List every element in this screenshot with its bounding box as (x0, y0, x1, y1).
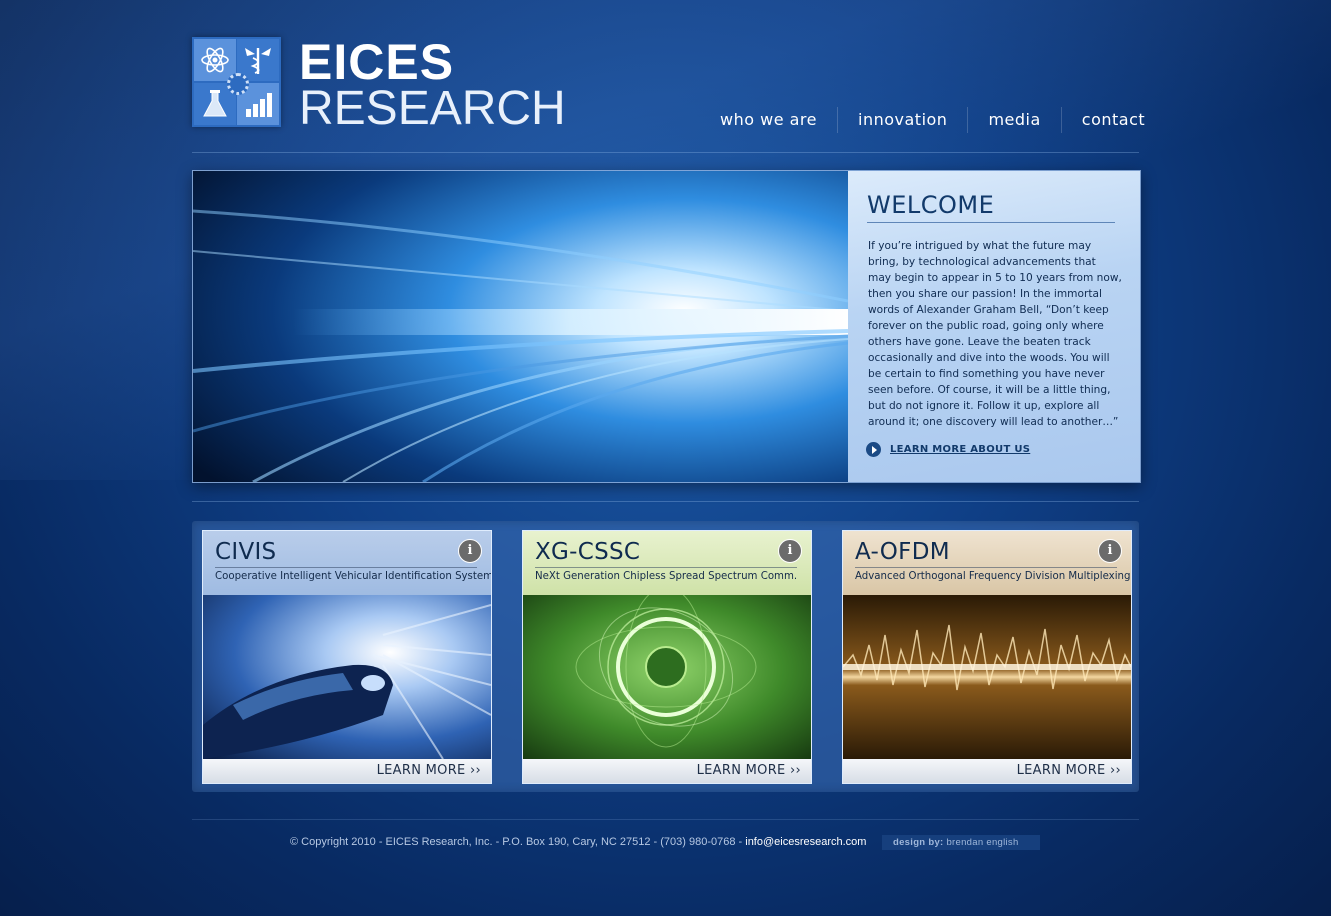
footer-copyright: © Copyright 2010 - EICES Research, Inc. … (290, 836, 866, 848)
welcome-panel: WELCOME If you’re intrigued by what the … (848, 171, 1140, 482)
copyright-text: © Copyright 2010 - EICES Research, Inc. … (290, 836, 746, 848)
learn-more-button-a-ofdm[interactable]: LEARN MORE ›› (843, 759, 1131, 783)
learn-more-button-civis[interactable]: LEARN MORE ›› (203, 759, 491, 783)
project-card-a-ofdm: A-OFDM Advanced Orthogonal Frequency Div… (842, 530, 1132, 784)
card-header: CIVIS Cooperative Intelligent Vehicular … (203, 531, 491, 595)
info-icon[interactable]: i (1098, 539, 1122, 563)
nav-media[interactable]: media (967, 107, 1060, 133)
card-header: A-OFDM Advanced Orthogonal Frequency Div… (843, 531, 1131, 595)
projects-panel: CIVIS Cooperative Intelligent Vehicular … (192, 521, 1139, 792)
footer-divider (192, 819, 1139, 820)
card-title: A-OFDM (855, 539, 950, 565)
welcome-divider (867, 222, 1115, 223)
header-divider (192, 152, 1139, 153)
main-nav: who we are innovation media contact (700, 105, 1165, 135)
nav-contact[interactable]: contact (1060, 107, 1165, 133)
nav-who-we-are[interactable]: who we are (700, 107, 837, 133)
design-credit-name: brendan english (943, 837, 1019, 848)
site-logo[interactable]: EICES RESEARCH (192, 34, 566, 135)
footer-email-link[interactable]: info@eicesresearch.com (745, 836, 866, 848)
learn-more-button-xg-cssc[interactable]: LEARN MORE ›› (523, 759, 811, 783)
play-icon (866, 442, 881, 457)
gear-icon (227, 73, 249, 95)
card-title: XG-CSSC (535, 539, 641, 565)
hero-banner: WELCOME If you’re intrigued by what the … (192, 170, 1141, 483)
card-subtitle: Advanced Orthogonal Frequency Division M… (855, 571, 1131, 582)
atom-icon (194, 39, 236, 81)
civis-car-image (203, 595, 491, 760)
learn-more-about-us-link[interactable]: LEARN MORE ABOUT US (866, 442, 1030, 457)
card-divider (215, 567, 477, 568)
welcome-title: WELCOME (867, 191, 995, 219)
card-divider (535, 567, 797, 568)
card-divider (855, 567, 1117, 568)
welcome-body: If you’re intrigued by what the future m… (868, 240, 1122, 428)
card-title: CIVIS (215, 539, 277, 565)
design-credit-prefix: design by: (893, 837, 944, 848)
a-ofdm-waveform-image (843, 595, 1131, 759)
xg-cssc-rings-image (523, 586, 811, 759)
card-subtitle: NeXt Generation Chipless Spread Spectrum… (535, 571, 798, 582)
section-divider (192, 501, 1139, 502)
learn-more-about-us-label: LEARN MORE ABOUT US (890, 444, 1031, 455)
learn-more-label: LEARN MORE ›› (376, 763, 481, 778)
design-credit[interactable]: design by: brendan english (882, 835, 1040, 850)
info-icon[interactable]: i (458, 539, 482, 563)
logo-mark (192, 37, 281, 127)
learn-more-label: LEARN MORE ›› (696, 763, 801, 778)
card-subtitle: Cooperative Intelligent Vehicular Identi… (215, 571, 492, 582)
project-card-xg-cssc: XG-CSSC NeXt Generation Chipless Spread … (522, 530, 812, 784)
nav-innovation[interactable]: innovation (837, 107, 967, 133)
hero-tunnel-image (193, 171, 849, 482)
info-icon[interactable]: i (778, 539, 802, 563)
logo-title-line2: RESEARCH (299, 82, 566, 135)
learn-more-label: LEARN MORE ›› (1016, 763, 1121, 778)
card-header: XG-CSSC NeXt Generation Chipless Spread … (523, 531, 811, 595)
project-card-civis: CIVIS Cooperative Intelligent Vehicular … (202, 530, 492, 784)
